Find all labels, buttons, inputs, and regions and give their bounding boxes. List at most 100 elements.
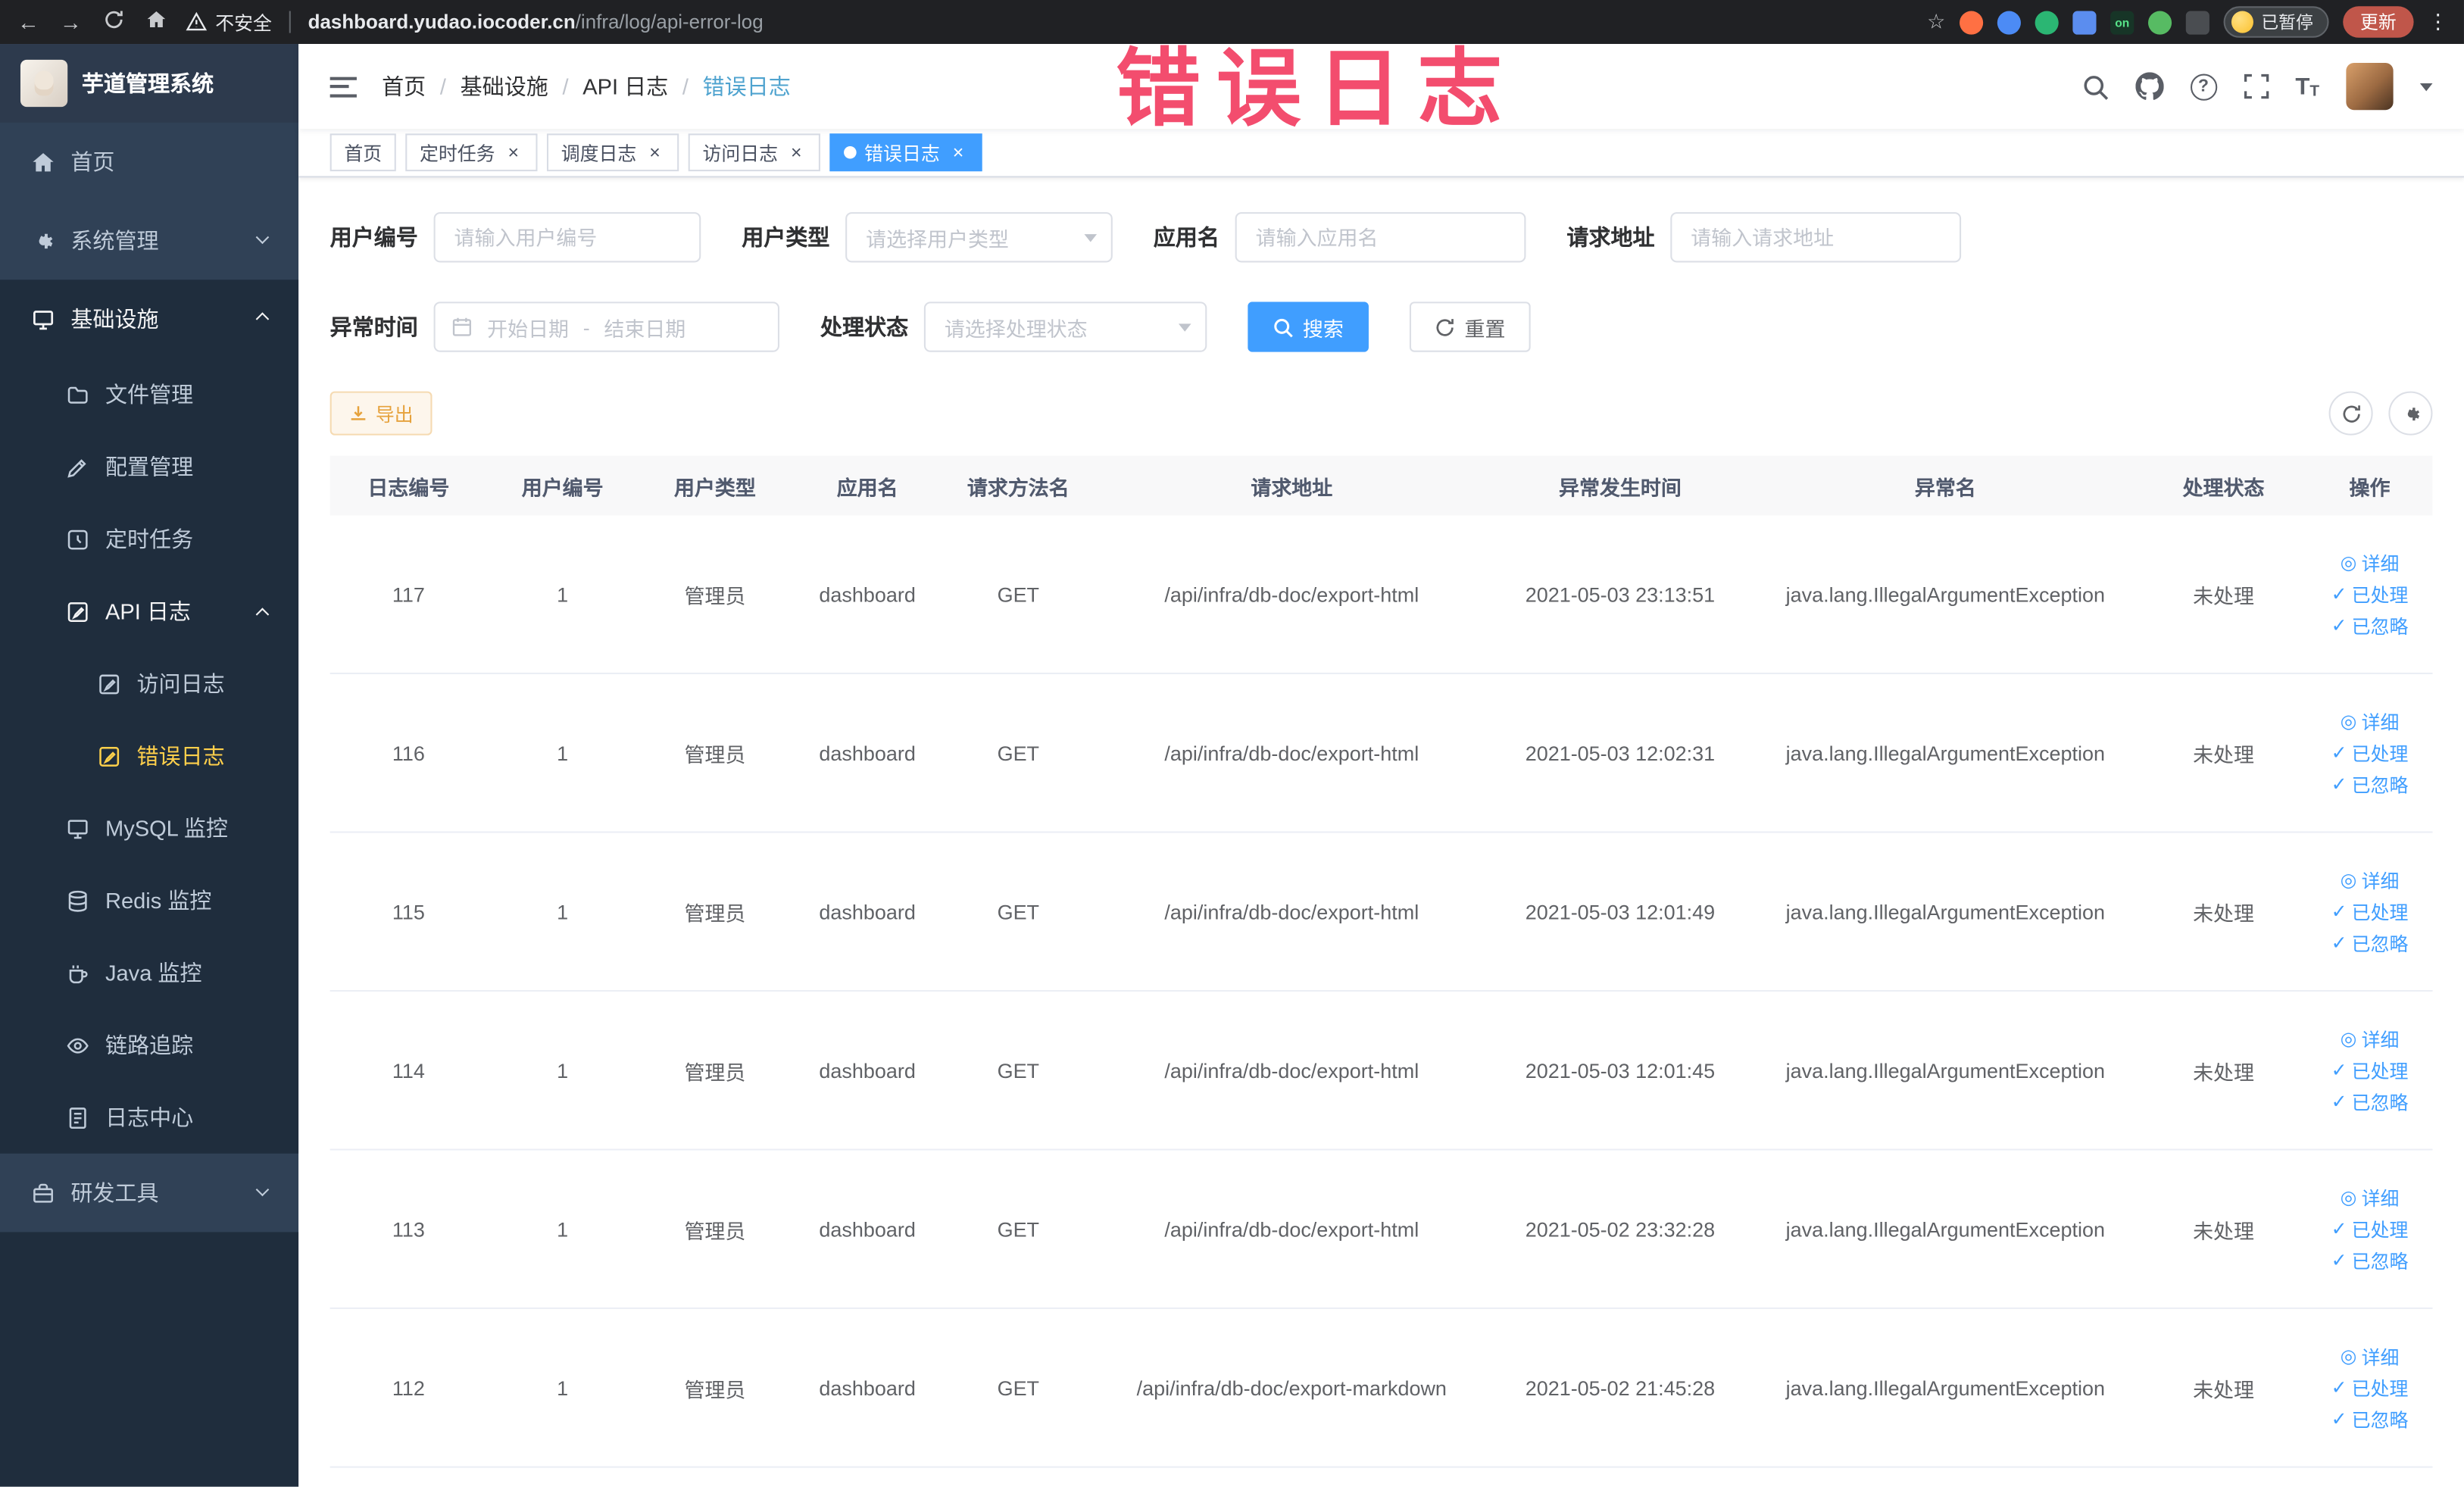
search-icon bbox=[1274, 317, 1293, 337]
extension-icon-3[interactable] bbox=[2035, 10, 2059, 34]
sidebar-item-mysql-monitor[interactable]: MySQL 监控 bbox=[0, 792, 298, 864]
app-logo[interactable]: 芋道管理系统 bbox=[0, 44, 299, 123]
cell-exception-name: java.lang.IllegalArgumentException bbox=[1785, 582, 2105, 606]
sidebar-item-scheduled-job[interactable]: 定时任务 bbox=[0, 503, 298, 575]
breadcrumb-api-log[interactable]: API 日志 bbox=[582, 70, 668, 102]
export-button[interactable]: 导出 bbox=[329, 391, 433, 436]
reset-button[interactable]: 重置 bbox=[1409, 301, 1531, 352]
tab-error-log[interactable]: 错误日志 bbox=[829, 133, 982, 172]
breadcrumb-separator: / bbox=[439, 73, 446, 99]
sidebar-item-error-log[interactable]: 错误日志 bbox=[0, 720, 298, 792]
table-body: 117 1 管理员 dashboard GET /api/infra/db-do… bbox=[329, 515, 2433, 1468]
breadcrumb-separator: / bbox=[682, 73, 689, 99]
cell-actions: 详细 已处理 已忽略 bbox=[2307, 992, 2433, 1148]
tab-dispatch-log[interactable]: 调度日志 bbox=[547, 133, 679, 172]
detail-link[interactable]: 详细 bbox=[2341, 1343, 2400, 1370]
help-icon[interactable] bbox=[2190, 73, 2217, 100]
mark-processed-link[interactable]: 已处理 bbox=[2331, 898, 2409, 925]
extension-icon-5[interactable] bbox=[2147, 10, 2172, 34]
cell-user-id: 1 bbox=[557, 899, 569, 923]
tab-scheduled-job[interactable]: 定时任务 bbox=[405, 133, 538, 172]
cell-exception-name: java.lang.IllegalArgumentException bbox=[1785, 899, 2105, 923]
mark-ignored-link[interactable]: 已忽略 bbox=[2331, 1247, 2409, 1273]
edit-icon bbox=[67, 458, 86, 477]
font-size-icon[interactable] bbox=[2295, 73, 2319, 99]
browser-menu-icon[interactable]: ⋮ bbox=[2428, 9, 2448, 34]
address-bar[interactable]: dashboard.yudao.iocoder.cn/infra/log/api… bbox=[308, 11, 764, 33]
sidebar-item-access-log[interactable]: 访问日志 bbox=[0, 648, 298, 720]
extension-icon-6[interactable] bbox=[2185, 10, 2209, 34]
extension-icon-4[interactable] bbox=[2072, 10, 2097, 34]
mark-processed-link[interactable]: 已处理 bbox=[2331, 739, 2409, 766]
detail-link[interactable]: 详细 bbox=[2341, 1184, 2400, 1211]
check-icon bbox=[2331, 1376, 2347, 1398]
breadcrumb-home[interactable]: 首页 bbox=[382, 70, 426, 102]
fullscreen-icon[interactable] bbox=[2244, 73, 2269, 99]
bookmark-star-icon[interactable]: ☆ bbox=[1927, 9, 1945, 34]
sidebar-item-infra[interactable]: 基础设施 bbox=[0, 280, 298, 358]
extension-on-badge[interactable]: on bbox=[2110, 10, 2135, 34]
mark-ignored-link[interactable]: 已忽略 bbox=[2331, 1406, 2409, 1432]
hamburger-icon[interactable] bbox=[329, 76, 357, 97]
tags-view: 首页 定时任务 调度日志 访问日志 错误日志 bbox=[298, 129, 2464, 178]
sidebar-item-api-log[interactable]: API 日志 bbox=[0, 575, 298, 647]
close-icon[interactable] bbox=[503, 142, 523, 163]
cell-actions: 详细 已处理 已忽略 bbox=[2307, 515, 2433, 672]
sidebar-item-log-center[interactable]: 日志中心 bbox=[0, 1081, 298, 1153]
sidebar-item-redis-monitor[interactable]: Redis 监控 bbox=[0, 864, 298, 936]
app-name-input[interactable] bbox=[1235, 212, 1526, 263]
sidebar-item-java-monitor[interactable]: Java 监控 bbox=[0, 936, 298, 1008]
user-id-input[interactable] bbox=[433, 212, 701, 263]
close-icon[interactable] bbox=[645, 142, 665, 163]
back-icon[interactable]: ← bbox=[16, 9, 41, 34]
detail-link[interactable]: 详细 bbox=[2341, 867, 2400, 893]
reload-icon[interactable] bbox=[101, 9, 126, 34]
tab-access-log[interactable]: 访问日志 bbox=[688, 133, 821, 172]
sidebar-filler bbox=[0, 1232, 299, 1487]
sidebar-item-config-manage[interactable]: 配置管理 bbox=[0, 430, 298, 502]
github-icon[interactable] bbox=[2135, 72, 2164, 100]
site-security-indicator[interactable]: 不安全 bbox=[186, 8, 272, 35]
search-icon[interactable] bbox=[2081, 73, 2108, 99]
extension-icon-2[interactable] bbox=[1997, 10, 2021, 34]
mark-ignored-link[interactable]: 已忽略 bbox=[2331, 929, 2409, 956]
top-navbar: 首页 / 基础设施 / API 日志 / 错误日志 bbox=[298, 44, 2464, 130]
column-header: 异常发生时间 bbox=[1558, 475, 1682, 499]
detail-link[interactable]: 详细 bbox=[2341, 549, 2400, 576]
avatar-dropdown-caret-icon[interactable] bbox=[2419, 82, 2433, 91]
detail-link[interactable]: 详细 bbox=[2341, 708, 2400, 735]
log-edit-icon bbox=[99, 673, 120, 694]
close-icon[interactable] bbox=[948, 142, 968, 163]
cell-process-status: 未处理 bbox=[2193, 583, 2255, 608]
request-url-input[interactable] bbox=[1670, 212, 1962, 263]
forward-icon[interactable]: → bbox=[58, 9, 83, 34]
mark-processed-link[interactable]: 已处理 bbox=[2331, 1216, 2409, 1242]
sidebar-item-trace[interactable]: 链路追踪 bbox=[0, 1009, 298, 1081]
mark-ignored-link[interactable]: 已忽略 bbox=[2331, 612, 2409, 639]
close-icon[interactable] bbox=[785, 142, 806, 163]
column-settings-button[interactable] bbox=[2388, 391, 2433, 436]
user-type-select[interactable]: 请选择用户类型 bbox=[845, 212, 1113, 263]
mark-ignored-link[interactable]: 已忽略 bbox=[2331, 1089, 2409, 1115]
mark-ignored-link[interactable]: 已忽略 bbox=[2331, 771, 2409, 798]
process-status-select[interactable]: 请选择处理状态 bbox=[923, 301, 1207, 352]
date-range-picker[interactable]: 开始日期 - 结束日期 bbox=[433, 301, 780, 352]
home-icon[interactable] bbox=[143, 9, 168, 34]
browser-update-button[interactable]: 更新 bbox=[2343, 6, 2414, 38]
breadcrumb-infra[interactable]: 基础设施 bbox=[461, 70, 548, 102]
detail-link[interactable]: 详细 bbox=[2341, 1026, 2400, 1052]
profile-paused-chip[interactable]: 已暂停 bbox=[2223, 6, 2329, 38]
sidebar-item-system[interactable]: 系统管理 bbox=[0, 201, 298, 280]
mark-processed-link[interactable]: 已处理 bbox=[2331, 1374, 2409, 1401]
end-date-placeholder: 结束日期 bbox=[604, 317, 686, 341]
search-button[interactable]: 搜索 bbox=[1248, 301, 1369, 352]
tab-home[interactable]: 首页 bbox=[329, 133, 396, 172]
sidebar-item-dev-tools[interactable]: 研发工具 bbox=[0, 1154, 298, 1232]
refresh-button[interactable] bbox=[2328, 391, 2373, 436]
extension-icon-1[interactable] bbox=[1960, 10, 1984, 34]
mark-processed-link[interactable]: 已处理 bbox=[2331, 1057, 2409, 1083]
sidebar-item-file-manage[interactable]: 文件管理 bbox=[0, 358, 298, 430]
user-avatar[interactable] bbox=[2346, 62, 2394, 111]
mark-processed-link[interactable]: 已处理 bbox=[2331, 581, 2409, 608]
sidebar-item-home[interactable]: 首页 bbox=[0, 123, 298, 201]
